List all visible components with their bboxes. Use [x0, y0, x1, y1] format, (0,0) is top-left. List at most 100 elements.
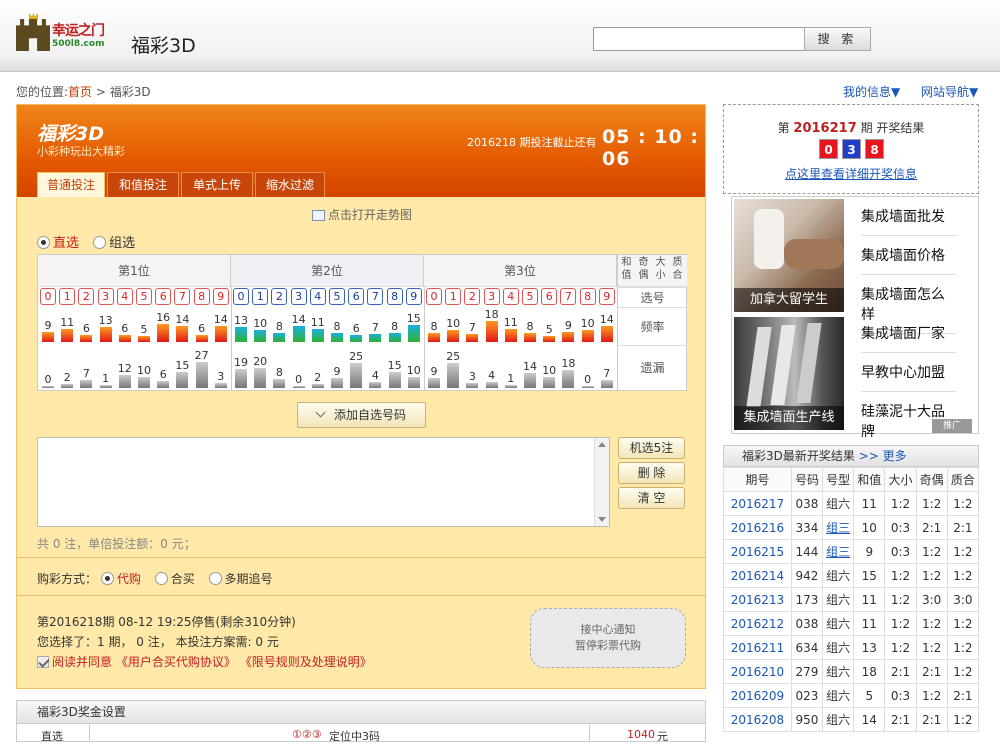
clear-button[interactable]: 清 空	[618, 487, 685, 509]
table-cell[interactable]: 组三	[822, 515, 855, 540]
freq-value: 9	[44, 319, 52, 332]
breadcrumb-home-link[interactable]: 首页	[68, 85, 92, 99]
freq-bar	[99, 327, 112, 342]
issue-link[interactable]: 2016215	[723, 539, 792, 564]
table-cell: 950	[790, 707, 824, 732]
search-input[interactable]	[593, 27, 805, 51]
table-cell[interactable]: 组三	[822, 539, 855, 564]
my-info-menu[interactable]: 我的信息▼	[843, 83, 900, 100]
digit-ball[interactable]: 0	[233, 288, 249, 305]
digit-ball[interactable]: 2	[271, 288, 288, 305]
bet-list-area[interactable]	[37, 437, 610, 527]
issue-link[interactable]: 2016209	[723, 683, 792, 708]
radio-proxy[interactable]	[100, 572, 114, 585]
digit-ball[interactable]: 4	[116, 288, 133, 305]
freq-bar	[562, 332, 575, 342]
digit-ball[interactable]: 5	[329, 288, 345, 305]
random-5-button[interactable]: 机选5注	[618, 437, 685, 459]
freq-value: 6	[82, 322, 90, 335]
digit-ball[interactable]: 1	[445, 288, 462, 305]
digit-ball[interactable]: 4	[502, 288, 519, 305]
table-cell: 1:2	[946, 635, 980, 660]
freq-bar	[504, 329, 517, 342]
digit-ball[interactable]: 8	[193, 288, 210, 305]
issue-link[interactable]: 2016213	[723, 587, 792, 612]
digit-ball[interactable]: 0	[40, 288, 56, 305]
mode-direct-option[interactable]: 直选	[37, 236, 79, 251]
radio-multi-issue[interactable]	[208, 572, 222, 585]
miss-value: 2	[314, 371, 322, 384]
digit-ball[interactable]: 3	[290, 288, 307, 305]
tab-sum-bet[interactable]: 和值投注	[107, 172, 179, 197]
digit-ball[interactable]: 9	[405, 288, 422, 305]
draw-detail-link[interactable]: 点这里查看详细开奖信息	[724, 165, 978, 182]
site-logo[interactable]: 幸运之门 500l8.com	[16, 13, 120, 53]
digit-ball[interactable]: 7	[560, 288, 577, 305]
issue-link[interactable]: 2016210	[723, 659, 792, 684]
issue-link[interactable]: 2016217	[723, 491, 792, 516]
ad-image-student[interactable]: 加拿大留学生	[734, 199, 844, 312]
ad-image-factory[interactable]: 集成墙面生产线	[734, 317, 844, 430]
bet-list-scrollbar[interactable]	[594, 438, 609, 526]
digit-ball[interactable]: 1	[59, 288, 76, 305]
ad-link-5[interactable]: 早教中心加盟	[861, 363, 956, 392]
delete-button[interactable]: 删 除	[618, 462, 685, 484]
add-custom-number-button[interactable]: 添加自选号码	[297, 402, 426, 428]
purchase-group-option[interactable]: 合买	[154, 572, 195, 586]
digit-ball[interactable]: 2	[464, 288, 481, 305]
digit-ball[interactable]: 6	[348, 288, 365, 305]
issue-link[interactable]: 2016212	[723, 611, 792, 636]
digit-ball[interactable]: 7	[174, 288, 191, 305]
limit-rules-link[interactable]: 《限号规则及处理说明》	[240, 655, 372, 669]
table-row: 2016213 173 组六 11 1:2 3:0 3:0	[723, 587, 980, 612]
user-agreement-link[interactable]: 《用户合买代购协议》	[116, 655, 236, 669]
agree-checkbox[interactable]	[37, 656, 49, 668]
digit-ball[interactable]: 7	[367, 288, 384, 305]
search-button[interactable]: 搜 索	[804, 27, 871, 51]
digit-ball[interactable]: 2	[78, 288, 95, 305]
more-results-link[interactable]: >> 更多	[859, 449, 907, 463]
tab-normal-bet[interactable]: 普通投注	[37, 172, 105, 197]
digit-ball[interactable]: 3	[483, 288, 500, 305]
digit-ball[interactable]: 3	[97, 288, 114, 305]
radio-group-buy[interactable]	[154, 572, 168, 585]
freq-bar	[157, 324, 170, 342]
radio-group[interactable]	[93, 236, 107, 249]
digit-ball[interactable]: 4	[309, 288, 326, 305]
digit-ball[interactable]: 5	[136, 288, 152, 305]
ad-link-4[interactable]: 集成墙面厂家	[861, 324, 956, 353]
issue-link[interactable]: 2016211	[723, 635, 792, 660]
scroll-down-icon[interactable]	[598, 517, 606, 522]
miss-value: 20	[253, 355, 268, 368]
digit-ball[interactable]: 6	[155, 288, 172, 305]
agreement-row: 阅读并同意 《用户合买代购协议》 《限号规则及处理说明》	[37, 652, 372, 672]
digit-ball[interactable]: 8	[386, 288, 403, 305]
ad-caption-factory: 集成墙面生产线	[734, 406, 844, 430]
ad-link-1[interactable]: 集成墙面批发	[861, 207, 956, 236]
digit-ball[interactable]: 8	[579, 288, 596, 305]
digit-ball[interactable]: 0	[426, 288, 442, 305]
digit-ball[interactable]: 9	[598, 288, 615, 305]
betting-panel: 福彩3D 小彩种玩出大精彩 2016218 期投注截止还有 05 : 10 : …	[16, 104, 706, 689]
digit-ball[interactable]: 1	[252, 288, 269, 305]
miss-value: 12	[117, 362, 132, 375]
ad-link-2[interactable]: 集成墙面价格	[861, 246, 956, 275]
issue-link[interactable]: 2016214	[723, 563, 792, 588]
issue-link[interactable]: 2016216	[723, 515, 792, 540]
trend-chart-link[interactable]: 点击打开走势图	[312, 206, 412, 223]
site-nav-menu[interactable]: 网站导航▼	[921, 83, 978, 100]
digit-ball[interactable]: 6	[541, 288, 558, 305]
digit-ball[interactable]: 9	[212, 288, 229, 305]
scroll-up-icon[interactable]	[598, 442, 606, 447]
issue-link[interactable]: 2016208	[723, 707, 792, 732]
suspend-notice-button[interactable]: 接中心通知 暂停彩票代购	[530, 608, 686, 668]
purchase-chase-option[interactable]: 多期追号	[208, 572, 273, 586]
add-custom-number-label: 添加自选号码	[333, 408, 406, 422]
tab-single-upload[interactable]: 单式上传	[181, 172, 253, 197]
miss-bar	[600, 380, 613, 388]
radio-direct[interactable]	[37, 236, 50, 249]
tab-filter[interactable]: 缩水过滤	[255, 172, 325, 197]
mode-group-option[interactable]: 组选	[93, 236, 135, 251]
digit-ball[interactable]: 5	[522, 288, 538, 305]
purchase-proxy-option[interactable]: 代购	[100, 572, 141, 586]
